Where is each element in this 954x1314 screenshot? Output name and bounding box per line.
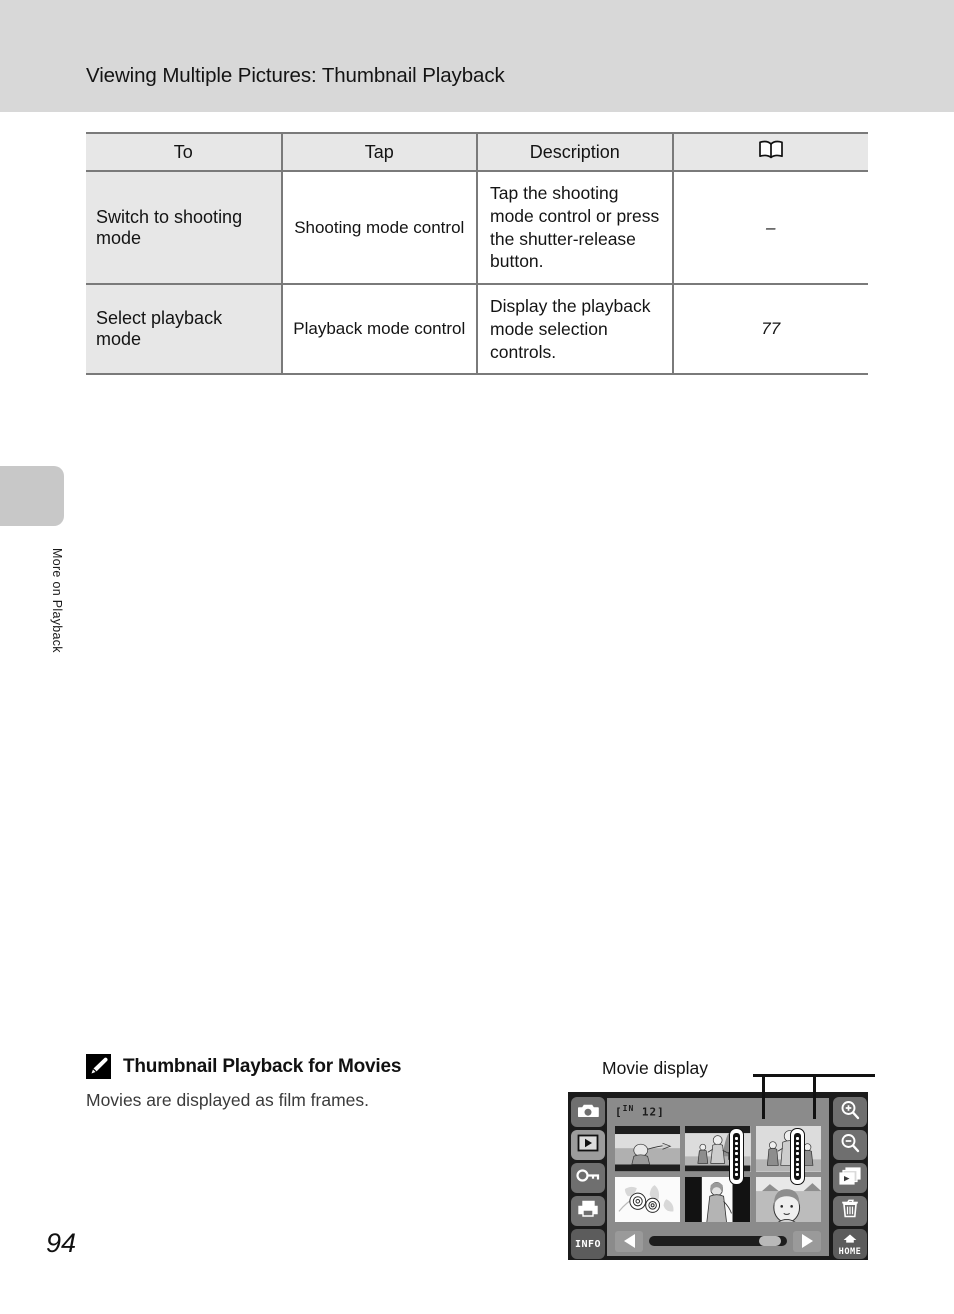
perforation <box>735 1147 738 1151</box>
film-perforation-strip <box>733 1133 740 1180</box>
pencil-icon <box>86 1054 111 1079</box>
page-number: 94 <box>46 1228 77 1258</box>
table-row: Switch to shooting mode Shooting mode co… <box>86 171 868 285</box>
cell-tap: Shooting mode control <box>280 171 478 285</box>
cell-to: Switch to shooting mode <box>86 171 282 285</box>
perforation <box>796 1167 799 1171</box>
page-header-band <box>0 0 954 112</box>
scroll-thumb[interactable] <box>759 1236 781 1246</box>
cell-description: Tap the shooting mode control or press t… <box>477 171 673 285</box>
indicator-bracket-close: ] <box>657 1105 665 1119</box>
perforation <box>735 1137 738 1141</box>
column-header-reference <box>671 132 868 172</box>
thumbnail-3[interactable] <box>755 1126 821 1172</box>
print-order-button[interactable] <box>571 1196 605 1226</box>
thumbnail-4[interactable] <box>615 1176 681 1222</box>
camera-illustration: Movie display INFO [IN 12] HOME <box>566 1056 875 1261</box>
trash-icon <box>840 1199 860 1223</box>
column-header-description: Description <box>476 132 673 172</box>
camera-body: INFO [IN 12] HOME <box>568 1092 868 1260</box>
cell-description: Display the playback mode selection cont… <box>477 284 673 376</box>
side-tab-marker <box>0 466 64 526</box>
indicator-bracket-open: [ <box>615 1105 623 1119</box>
note-body: Movies are displayed as film frames. <box>86 1090 370 1110</box>
shooting-mode-button[interactable] <box>571 1097 605 1127</box>
thumbnail-list-button[interactable] <box>833 1163 867 1193</box>
operations-table: To Tap Description Switch to shooting mo… <box>86 132 868 376</box>
internal-memory-icon: IN <box>622 1104 635 1113</box>
cell-to: Select playback mode <box>86 284 282 376</box>
camera-icon <box>577 1102 599 1123</box>
magnifier-plus-icon <box>840 1100 860 1125</box>
note-heading: Thumbnail Playback for Movies <box>86 1054 546 1079</box>
right-button-column: HOME <box>833 1097 867 1259</box>
triangle-left-icon <box>623 1234 635 1248</box>
magnifier-minus-icon <box>840 1133 860 1158</box>
perforation <box>735 1167 738 1171</box>
zoom-in-button[interactable] <box>833 1097 867 1127</box>
perforation <box>796 1152 799 1156</box>
cell-reference: – <box>671 171 868 285</box>
perforation <box>735 1172 738 1176</box>
memory-indicator: [IN 12] <box>615 1104 665 1119</box>
left-button-column: INFO <box>571 1097 605 1259</box>
info-button-label: INFO <box>574 1238 602 1250</box>
table-row: Select playback mode Playback mode contr… <box>86 284 868 376</box>
film-frame-marker-left <box>729 1128 744 1185</box>
play-icon <box>577 1134 599 1157</box>
film-perforation-strip <box>794 1133 801 1180</box>
perforation <box>796 1162 799 1166</box>
table-header-row: To Tap Description <box>86 132 868 172</box>
zoom-out-button[interactable] <box>833 1130 867 1160</box>
scroll-track[interactable] <box>649 1236 787 1246</box>
scroll-previous-button[interactable] <box>615 1230 643 1252</box>
note-title: Thumbnail Playback for Movies <box>123 1055 402 1077</box>
film-frame-marker-right <box>790 1128 805 1185</box>
perforation <box>796 1172 799 1176</box>
perforation <box>796 1142 799 1146</box>
printer-icon <box>577 1200 599 1223</box>
info-button[interactable]: INFO <box>571 1229 605 1259</box>
note-block: Thumbnail Playback for Movies Movies are… <box>86 1054 546 1111</box>
callout-label-movie-display: Movie display <box>602 1058 709 1078</box>
home-button-label: HOME <box>838 1247 862 1258</box>
camera-screen: [IN 12] <box>607 1098 829 1256</box>
thumbnail-1[interactable] <box>615 1126 681 1172</box>
perforation <box>735 1157 738 1161</box>
perforation <box>796 1157 799 1161</box>
perforation <box>735 1152 738 1156</box>
perforation <box>796 1147 799 1151</box>
open-book-icon <box>758 140 784 164</box>
triangle-right-icon <box>801 1234 813 1248</box>
home-button[interactable]: HOME <box>833 1229 867 1259</box>
thumbnail-6[interactable] <box>755 1176 821 1222</box>
cell-tap: Playback mode control <box>280 284 478 376</box>
leader-line-branch-left <box>762 1074 765 1119</box>
protect-button[interactable] <box>571 1163 605 1193</box>
column-header-to: To <box>86 132 282 172</box>
indicator-count: 12 <box>641 1105 658 1119</box>
home-icon <box>843 1231 857 1247</box>
side-tab-label: More on Playback <box>50 548 64 653</box>
scroll-bar <box>615 1230 821 1252</box>
column-header-tap: Tap <box>280 132 477 172</box>
leader-line-branch-right <box>813 1074 816 1119</box>
scroll-next-button[interactable] <box>793 1230 821 1252</box>
key-icon <box>576 1168 600 1188</box>
perforation <box>735 1142 738 1146</box>
perforation <box>735 1162 738 1166</box>
playback-mode-button[interactable] <box>571 1130 605 1160</box>
multi-frame-icon <box>839 1166 861 1190</box>
delete-button[interactable] <box>833 1196 867 1226</box>
page-title: Viewing Multiple Pictures: Thumbnail Pla… <box>86 64 505 87</box>
cell-reference: 77 <box>671 284 868 376</box>
perforation <box>796 1137 799 1141</box>
